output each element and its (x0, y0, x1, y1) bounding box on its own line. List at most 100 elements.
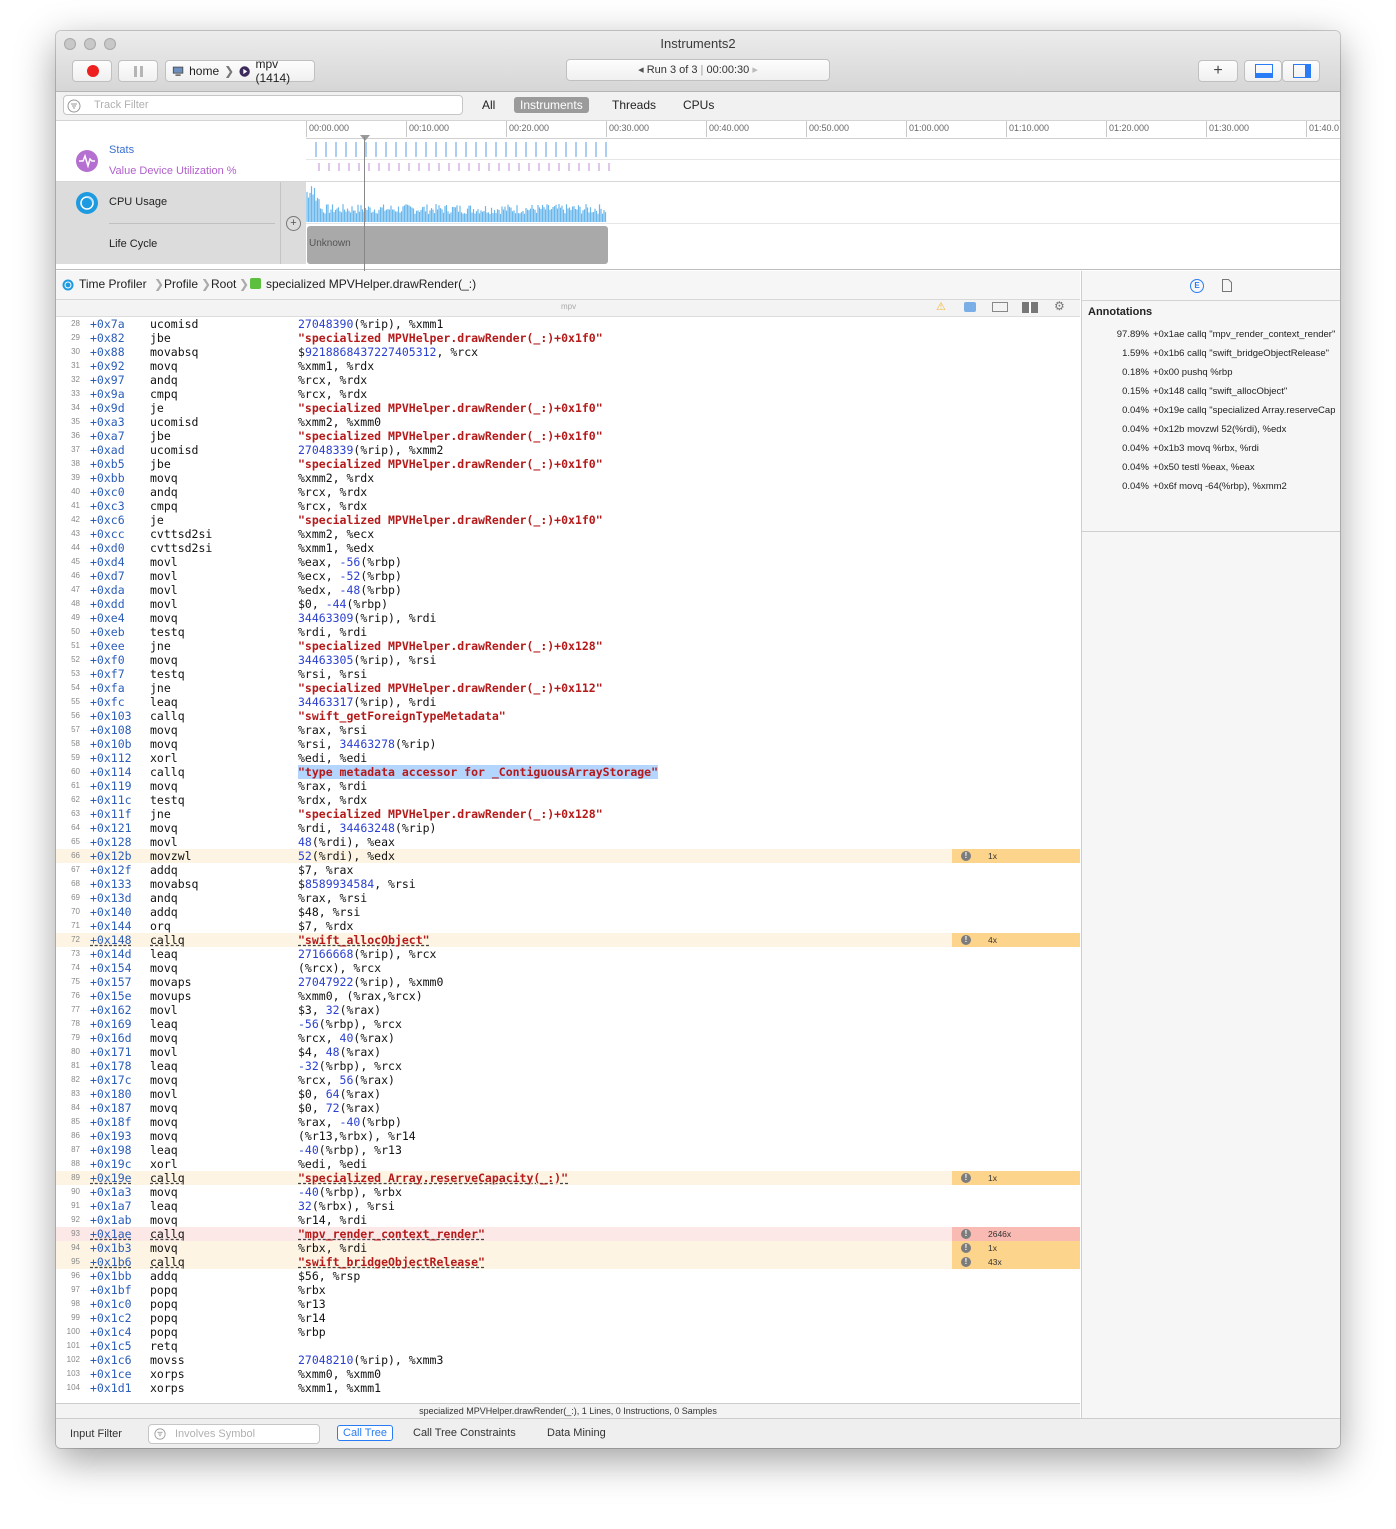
symbol-reference[interactable]: "specialized MPVHelper.drawRender(_:)+0x… (298, 513, 603, 527)
symbol-reference[interactable]: "specialized MPVHelper.drawRender(_:)+0x… (298, 401, 603, 415)
instruction-row[interactable]: 83 +0x180 movl $0, 64(%rax) (56, 1087, 1080, 1101)
instruction-row[interactable]: 57 +0x108 movq %rax, %rsi (56, 723, 1080, 737)
annotation-row[interactable]: 0.18% +0x00 pushq %rbp (1082, 363, 1335, 382)
sample-annotation-badge[interactable]: ! 1x (952, 849, 1080, 863)
instruction-row[interactable]: 43 +0xcc cvttsd2si %xmm2, %ecx (56, 527, 1080, 541)
sample-annotation-badge[interactable]: ! 1x (952, 1171, 1080, 1185)
instruction-row[interactable]: 100 +0x1c4 popq %rbp (56, 1325, 1080, 1339)
annotation-row[interactable]: 0.04% +0x50 testl %eax, %eax (1082, 458, 1335, 477)
instruction-row[interactable]: 80 +0x171 movl $4, 48(%rax) (56, 1045, 1080, 1059)
instruction-row[interactable]: 84 +0x187 movq $0, 72(%rax) (56, 1101, 1080, 1115)
instruction-row[interactable]: 87 +0x198 leaq -40(%rbp), %r13 (56, 1143, 1080, 1157)
track-filter-input[interactable]: Track Filter (63, 95, 463, 115)
tab-cpus[interactable]: CPUs (677, 97, 720, 113)
document-icon[interactable] (1222, 279, 1232, 292)
instruction-row[interactable]: 79 +0x16d movq %rcx, 40(%rax) (56, 1031, 1080, 1045)
target-selector[interactable]: home ❯ mpv (1414) (165, 57, 315, 85)
prev-run-icon[interactable]: ◂ (638, 64, 644, 76)
annotation-row[interactable]: 97.89% +0x1ae callq "mpv_render_context_r… (1082, 325, 1335, 344)
disassembly-view[interactable]: 28 +0x7a ucomisd 27048390(%rip), %xmm1 29 +0x… (56, 317, 1080, 1403)
instruction-row[interactable]: 76 +0x15e movups %xmm0, (%rax,%rcx) (56, 989, 1080, 1003)
instruction-row[interactable]: 55 +0xfc leaq 34463317(%rip), %rdi (56, 695, 1080, 709)
instruction-row[interactable]: 78 +0x169 leaq -56(%rbp), %rcx (56, 1017, 1080, 1031)
symbol-reference[interactable]: "swift_getForeignTypeMetadata" (298, 709, 506, 723)
instruction-row[interactable]: 41 +0xc3 cmpq %rcx, %rdx (56, 499, 1080, 513)
warning-icon[interactable]: ⚠ (936, 300, 946, 313)
instruction-row[interactable]: 71 +0x144 orq $7, %rdx (56, 919, 1080, 933)
instruction-row[interactable]: 40 +0xc0 andq %rcx, %rdx (56, 485, 1080, 499)
instruction-row[interactable]: 36 +0xa7 jbe "specialized MPVHelper.drawRen… (56, 429, 1080, 443)
sample-annotation-badge[interactable]: ! 4x (952, 933, 1080, 947)
tab-instruments[interactable]: Instruments (514, 97, 589, 113)
time-ruler[interactable]: 00:00.000 00:10.000 00:20.000 00:30.000 00:4… (306, 121, 1340, 139)
instruction-row[interactable]: 59 +0x112 xorl %edi, %edi (56, 751, 1080, 765)
annotation-row[interactable]: 0.04% +0x1b3 movq %rbx, %rdi (1082, 439, 1335, 458)
instruction-row[interactable]: 65 +0x128 movl 48(%rdi), %eax (56, 835, 1080, 849)
instruction-row[interactable]: 70 +0x140 addq $48, %rsi (56, 905, 1080, 919)
instruction-row[interactable]: 50 +0xeb testq %rdi, %rdi (56, 625, 1080, 639)
view-mode-icon[interactable] (992, 302, 1008, 312)
instruction-row[interactable]: 101 +0x1c5 retq (56, 1339, 1080, 1353)
annotation-row[interactable]: 1.59% +0x1b6 callq "swift_bridgeObjectRel… (1082, 344, 1335, 363)
instruction-row[interactable]: 45 +0xd4 movl %eax, -56(%rbp) (56, 555, 1080, 569)
instruction-row[interactable]: 62 +0x11c testq %rdx, %rdx (56, 793, 1080, 807)
instruction-row[interactable]: 34 +0x9d je "specialized MPVHelper.drawRend… (56, 401, 1080, 415)
tab-data-mining[interactable]: Data Mining (547, 1427, 606, 1439)
instruction-row[interactable]: 51 +0xee jne "specialized MPVHelper.drawRen… (56, 639, 1080, 653)
instruction-row[interactable]: 77 +0x162 movl $3, 32(%rax) (56, 1003, 1080, 1017)
instruction-row[interactable]: 102 +0x1c6 movss 27048210(%rip), %xmm3 (56, 1353, 1080, 1367)
instruction-row[interactable]: 94 +0x1b3 movq %rbx, %rdi! 1x (56, 1241, 1080, 1255)
instruction-row[interactable]: 91 +0x1a7 leaq 32(%rbx), %rsi (56, 1199, 1080, 1213)
instruction-row[interactable]: 81 +0x178 leaq -32(%rbp), %rcx (56, 1059, 1080, 1073)
symbol-reference[interactable]: "specialized MPVHelper.drawRender(_:)+0x… (298, 457, 603, 471)
tab-call-tree[interactable]: Call Tree (337, 1425, 394, 1441)
tab-all[interactable]: All (476, 97, 501, 113)
symbol-reference[interactable]: "mpv_render_context_render" (298, 1227, 485, 1241)
run-navigator[interactable]: ◂ Run 3 of 3 | 00:00:30 ▸ (566, 59, 830, 81)
instruction-row[interactable]: 85 +0x18f movq %rax, -40(%rbp) (56, 1115, 1080, 1129)
breadcrumb-root[interactable]: Root (211, 277, 236, 291)
instruction-row[interactable]: 99 +0x1c2 popq %r14 (56, 1311, 1080, 1325)
instruction-row[interactable]: 74 +0x154 movq (%rcx), %rcx (56, 961, 1080, 975)
symbol-reference[interactable]: "specialized MPVHelper.drawRender(_:)+0x… (298, 807, 603, 821)
instruction-row[interactable]: 42 +0xc6 je "specialized MPVHelper.drawRend… (56, 513, 1080, 527)
add-instrument-button[interactable]: + (1198, 60, 1238, 82)
instruction-row[interactable]: 72 +0x148 callq "swift_allocObject"! 4x (56, 933, 1080, 947)
instruction-row[interactable]: 32 +0x97 andq %rcx, %rdx (56, 373, 1080, 387)
instruction-row[interactable]: 56 +0x103 callq "swift_getForeignTypeMetada… (56, 709, 1080, 723)
symbol-reference[interactable]: "swift_allocObject" (298, 933, 430, 947)
stats-track-header[interactable]: Stats Value Device Utilization % (56, 139, 306, 181)
instruction-row[interactable]: 67 +0x12f addq $7, %rax (56, 863, 1080, 877)
instruction-row[interactable]: 54 +0xfa jne "specialized MPVHelper.drawRen… (56, 681, 1080, 695)
instruction-row[interactable]: 37 +0xad ucomisd 27048339(%rip), %xmm2 (56, 443, 1080, 457)
split-view-icon[interactable] (1022, 302, 1038, 313)
instruction-row[interactable]: 95 +0x1b6 callq "swift_bridgeObjectRelease"… (56, 1255, 1080, 1269)
toggle-inspector-button[interactable] (1282, 60, 1320, 82)
pause-button[interactable] (118, 60, 158, 82)
symbol-reference[interactable]: "specialized MPVHelper.drawRender(_:)+0x… (298, 331, 603, 345)
instruction-row[interactable]: 66 +0x12b movzwl 52(%rdi), %edx! 1x (56, 849, 1080, 863)
symbol-reference[interactable]: "specialized MPVHelper.drawRender(_:)+0x… (298, 639, 603, 653)
instruction-row[interactable]: 33 +0x9a cmpq %rcx, %rdx (56, 387, 1080, 401)
extended-detail-icon[interactable]: E (1190, 279, 1204, 293)
instruction-row[interactable]: 75 +0x157 movaps 27047922(%rip), %xmm0 (56, 975, 1080, 989)
instruction-row[interactable]: 44 +0xd0 cvttsd2si %xmm1, %edx (56, 541, 1080, 555)
instruction-row[interactable]: 28 +0x7a ucomisd 27048390(%rip), %xmm1 (56, 317, 1080, 331)
annotation-row[interactable]: 0.04% +0x19e callq "specialized Array.res… (1082, 401, 1335, 420)
annotation-row[interactable]: 0.04% +0x6f movq -64(%rbp), %xmm2 (1082, 477, 1335, 496)
instruction-row[interactable]: 60 +0x114 callq "type metadata accessor for… (56, 765, 1080, 779)
instruction-row[interactable]: 46 +0xd7 movl %ecx, -52(%rbp) (56, 569, 1080, 583)
instruction-row[interactable]: 73 +0x14d leaq 27166668(%rip), %rcx (56, 947, 1080, 961)
instruction-row[interactable]: 52 +0xf0 movq 34463305(%rip), %rsi (56, 653, 1080, 667)
breadcrumb-symbol[interactable]: specialized MPVHelper.drawRender(_:) (266, 277, 476, 291)
instruction-row[interactable]: 35 +0xa3 ucomisd %xmm2, %xmm0 (56, 415, 1080, 429)
instruction-row[interactable]: 89 +0x19e callq "specialized Array.reserveC… (56, 1171, 1080, 1185)
instruction-row[interactable]: 92 +0x1ab movq %r14, %rdi (56, 1213, 1080, 1227)
symbol-reference[interactable]: "specialized Array.reserveCapacity(_:)" (298, 1171, 568, 1185)
breadcrumb-time-profiler[interactable]: Time Profiler (79, 277, 147, 291)
add-track-button[interactable]: + (286, 216, 301, 231)
next-run-icon[interactable]: ▸ (752, 64, 758, 76)
instruction-row[interactable]: 93 +0x1ae callq "mpv_render_context_render"… (56, 1227, 1080, 1241)
instruction-row[interactable]: 82 +0x17c movq %rcx, 56(%rax) (56, 1073, 1080, 1087)
instruction-row[interactable]: 96 +0x1bb addq $56, %rsp (56, 1269, 1080, 1283)
